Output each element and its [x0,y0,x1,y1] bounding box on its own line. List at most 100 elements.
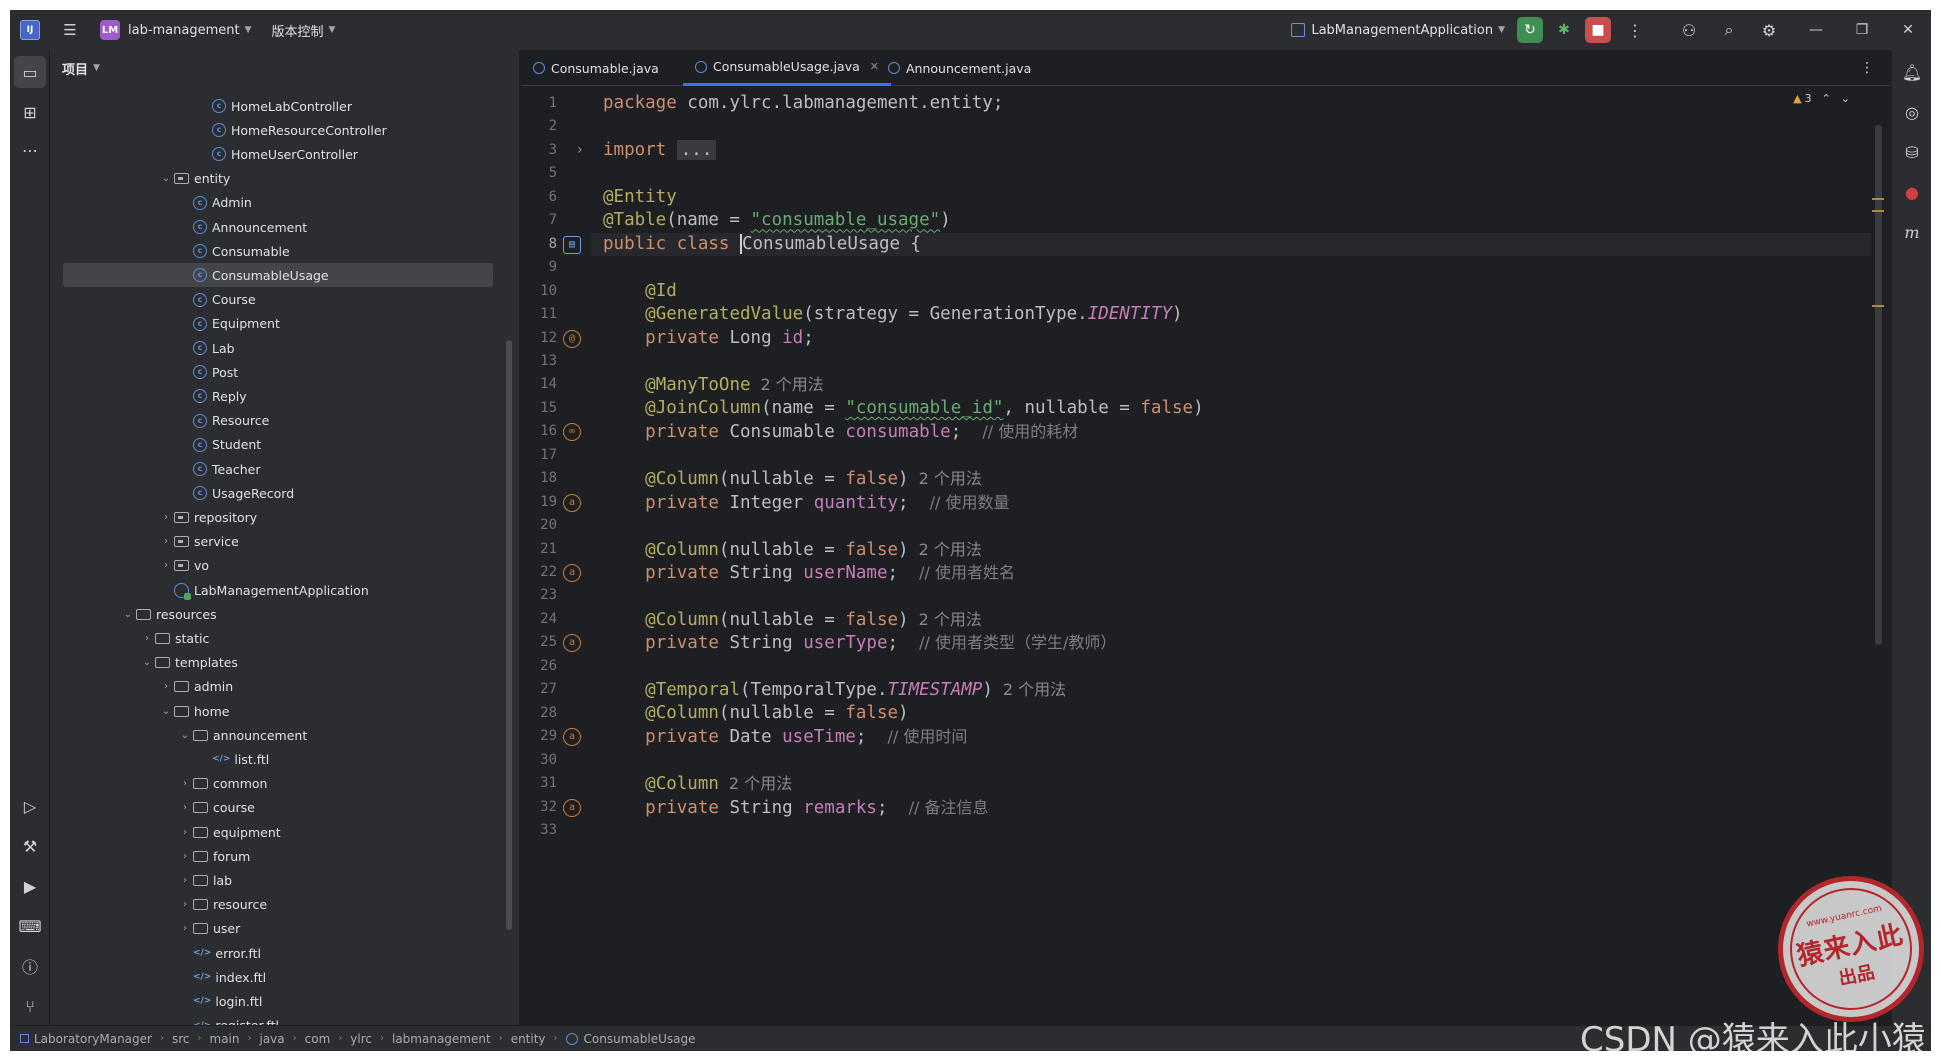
services-icon[interactable]: ▷ [14,790,46,822]
search-icon[interactable]: ⌕ [1713,14,1745,46]
git-branch-icon[interactable]: ⑂ [14,990,46,1022]
code-line[interactable]: private String remarks; // 备注信息 [603,796,988,819]
code-line[interactable]: @Column(nullable = false) 2 个用法 [603,538,982,561]
project-panel-header[interactable]: 项目 ▼ [50,50,519,86]
code-line[interactable]: @Id [603,280,677,303]
tree-item[interactable]: </>register.ftl [50,1014,505,1025]
code-line[interactable]: public class ConsumableUsage { [591,232,1871,257]
build-hammer-icon[interactable]: ⚒ [14,830,46,862]
code-line[interactable]: private Integer quantity; // 使用数量 [603,491,1009,514]
settings-gear-icon[interactable]: ⚙ [1753,14,1785,46]
maven-icon[interactable]: m [1896,216,1928,248]
tree-item[interactable]: c Teacher [50,457,505,481]
field-mapping-icon[interactable]: ∞ [563,423,581,442]
breadcrumb-item[interactable]: ConsumableUsage [584,1032,696,1046]
tree-item[interactable]: ⌄ entity [50,167,505,191]
tree-item[interactable]: </> error.ftl [50,941,505,965]
chevron-down-icon[interactable]: ⌄ [1841,92,1850,105]
breadcrumb-item[interactable]: src [172,1032,190,1046]
chevron-down-icon[interactable]: ⌄ [158,706,174,717]
field-mapping-icon[interactable]: a [563,564,581,582]
tree-item[interactable]: ⌄ home [50,699,505,723]
structure-icon[interactable]: ⊞ [14,96,46,128]
tree-item[interactable]: › user [50,917,505,941]
field-mapping-icon[interactable]: a [563,634,581,653]
tree-item[interactable]: c HomeLabController [50,94,505,118]
code-line[interactable]: private Consumable consumable; // 使用的耗材 [603,420,1078,443]
breadcrumb-item[interactable]: java [259,1032,284,1046]
tree-item[interactable]: c HomeResourceController [50,118,505,142]
more-tools-icon[interactable]: ⋯ [14,134,46,166]
rerun-button[interactable]: ↻ [1517,17,1543,43]
code-line[interactable]: @Column(nullable = false) [603,702,908,725]
minimize-button[interactable]: — [1793,10,1839,50]
tabs-more-icon[interactable]: ⋮ [1860,60,1874,76]
tree-item[interactable]: c UsageRecord [50,481,505,505]
tree-item[interactable]: › equipment [50,820,505,844]
breadcrumb-item[interactable]: labmanagement [392,1032,491,1046]
chevron-right-icon[interactable]: › [177,802,193,813]
tree-item[interactable]: › admin [50,675,505,699]
debug-icon[interactable]: ✱ [1551,17,1577,43]
tree-item[interactable]: c Student [50,433,505,457]
breadcrumb-item[interactable]: ylrc [350,1032,372,1046]
field-mapping-icon[interactable]: a [563,798,581,817]
tree-item[interactable]: c Consumable [50,239,505,263]
add-user-icon[interactable]: ⚇ [1673,14,1705,46]
editor-scrollbar[interactable] [1875,125,1882,645]
code-line[interactable]: @Table(name = "consumable_usage") [603,209,951,232]
chevron-down-icon[interactable]: ⌄ [139,657,155,668]
chevron-right-icon[interactable]: › [177,899,193,910]
breadcrumb-item[interactable]: LaboratoryManager [34,1032,152,1046]
code-line[interactable]: @Column(nullable = false) 2 个用法 [603,467,982,490]
chevron-right-icon[interactable]: › [158,560,174,571]
main-menu-icon[interactable]: ☰ [58,18,82,42]
tree-item[interactable]: c Resource [50,409,505,433]
code-line[interactable]: @JoinColumn(name = "consumable_id", null… [603,397,1203,420]
project-badge[interactable]: LM [100,20,120,40]
field-mapping-icon[interactable]: @ [563,329,581,348]
tree-item[interactable]: c Course [50,288,505,312]
code-line[interactable]: @ManyToOne 2 个用法 [603,373,824,396]
plugin-bird-icon[interactable]: ● [1896,176,1928,208]
code-line[interactable]: @GeneratedValue(strategy = GenerationTyp… [603,303,1182,326]
tree-item[interactable]: </> login.ftl [50,989,505,1013]
close-window-button[interactable]: ✕ [1885,10,1931,50]
chevron-right-icon[interactable]: › [177,875,193,886]
tree-item[interactable]: › service [50,530,505,554]
tab-consumable-usage[interactable]: ConsumableUsage.java ✕ [683,50,891,86]
warning-marker[interactable] [1872,198,1884,200]
project-scrollbar[interactable] [506,340,512,930]
notifications-bell-icon[interactable]: 🔔︎ [1896,56,1928,88]
project-name-dropdown[interactable]: lab-management [128,23,240,38]
chevron-down-icon[interactable]: ⌄ [158,173,174,184]
warning-marker[interactable] [1872,210,1884,212]
chevron-right-icon[interactable]: › [139,633,155,644]
problems-icon[interactable]: ⓘ [14,950,46,982]
code-area[interactable]: package com.ylrc.labmanagement.entity; im… [591,87,1871,1025]
chevron-right-icon[interactable]: › [177,851,193,862]
warning-marker[interactable] [1872,305,1884,307]
tree-item[interactable]: </> list.ftl [50,747,505,771]
fold-expand-icon[interactable]: › [577,139,583,162]
tab-announcement[interactable]: Announcement.java [888,50,1031,86]
tree-item[interactable]: c Reply [50,384,505,408]
code-line[interactable]: import ... [603,139,717,162]
breadcrumb-item[interactable]: com [305,1032,331,1046]
maximize-button[interactable]: ❐ [1839,10,1885,50]
chevron-down-icon[interactable]: ⌄ [120,609,136,620]
breadcrumb-item[interactable]: entity [511,1032,546,1046]
code-line[interactable]: @Column(nullable = false) 2 个用法 [603,608,982,631]
chevron-down-icon[interactable]: ⌄ [177,730,193,741]
code-line[interactable]: private Long id; [603,327,814,350]
tree-item[interactable]: c HomeUserController [50,142,505,166]
chevron-right-icon[interactable]: › [177,923,193,934]
chevron-right-icon[interactable]: › [158,512,174,523]
chevron-right-icon[interactable]: › [177,827,193,838]
code-line[interactable]: private String userName; // 使用者姓名 [603,561,1015,584]
tree-item[interactable]: c Admin [50,191,505,215]
tree-item[interactable]: › forum [50,844,505,868]
tree-item[interactable]: c Announcement [50,215,505,239]
tree-item[interactable]: › resource [50,893,505,917]
chevron-right-icon[interactable]: › [177,778,193,789]
